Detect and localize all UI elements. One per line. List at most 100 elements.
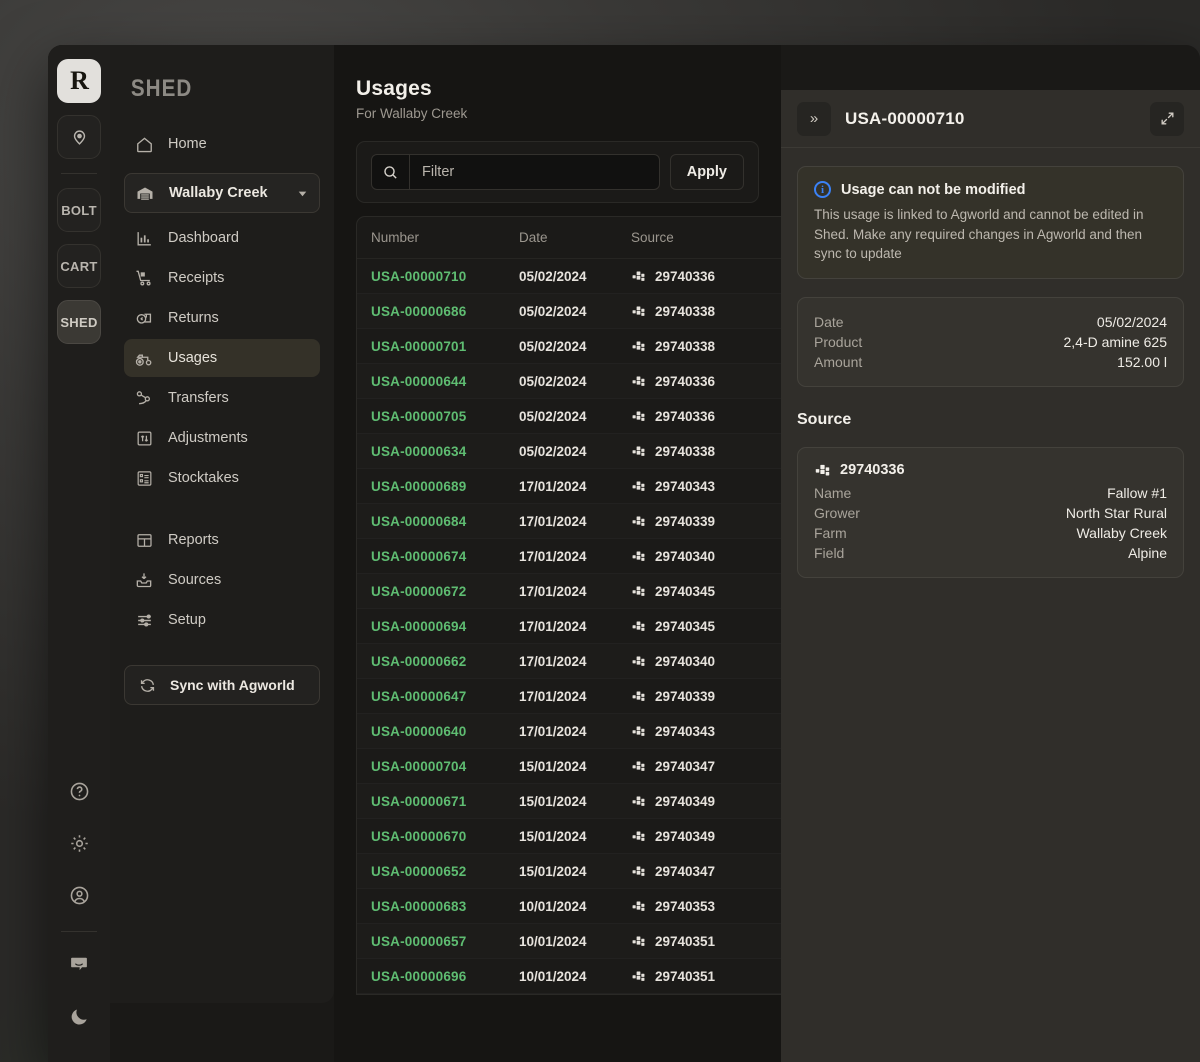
cell-number[interactable]: USA-00000701 (371, 339, 519, 354)
table-row[interactable]: USA-0000064017/01/202429740343 (357, 714, 781, 749)
cell-date: 05/02/2024 (519, 339, 631, 354)
rail-tile-bolt[interactable]: BOLT (57, 188, 101, 232)
cell-number[interactable]: USA-00000686 (371, 304, 519, 319)
cell-source-value: 29740336 (655, 374, 715, 389)
sidebar-item-home[interactable]: Home (124, 125, 320, 163)
cell-source-value: 29740347 (655, 864, 715, 879)
alert-heading-row: i Usage can not be modified (814, 181, 1167, 198)
table-row[interactable]: USA-0000065710/01/202429740351 (357, 924, 781, 959)
cell-number[interactable]: USA-00000705 (371, 409, 519, 424)
collapse-panel-button[interactable]: » (797, 102, 831, 136)
cell-source: 29740349 (631, 794, 781, 809)
gear-icon[interactable] (57, 821, 101, 865)
rail-tile-shed[interactable]: SHED (57, 300, 101, 344)
cell-number[interactable]: USA-00000689 (371, 479, 519, 494)
cell-date: 05/02/2024 (519, 269, 631, 284)
table-row[interactable]: USA-0000067417/01/202429740340 (357, 539, 781, 574)
source-plot-icon (631, 619, 646, 634)
expand-panel-button[interactable] (1150, 102, 1184, 136)
sliders-icon (134, 610, 154, 630)
column-header-source[interactable]: Source (631, 230, 781, 245)
cell-number[interactable]: USA-00000662 (371, 654, 519, 669)
cell-number[interactable]: USA-00000670 (371, 829, 519, 844)
sidebar-item-sources[interactable]: Sources (124, 561, 320, 599)
table-row[interactable]: USA-0000067015/01/202429740349 (357, 819, 781, 854)
sidebar-item-adjustments[interactable]: Adjustments (124, 419, 320, 457)
table-row[interactable]: USA-0000067217/01/202429740345 (357, 574, 781, 609)
column-header-date[interactable]: Date (519, 230, 631, 245)
help-icon[interactable] (57, 769, 101, 813)
sidebar-nav: SHED Home Wallaby Creek (110, 45, 334, 1003)
feedback-icon[interactable] (57, 942, 101, 986)
account-icon[interactable] (57, 873, 101, 917)
cell-number[interactable]: USA-00000710 (371, 269, 519, 284)
cell-source: 29740338 (631, 444, 781, 459)
table-row[interactable]: USA-0000066217/01/202429740340 (357, 644, 781, 679)
site-selector-label: Wallaby Creek (169, 185, 268, 201)
sync-with-agworld-button[interactable]: Sync with Agworld (124, 665, 320, 705)
info-icon: i (814, 181, 831, 198)
sidebar-item-setup[interactable]: Setup (124, 601, 320, 639)
rail-tile-cart[interactable]: CART (57, 244, 101, 288)
table-row[interactable]: USA-0000068917/01/202429740343 (357, 469, 781, 504)
table-row[interactable]: USA-0000071005/02/202429740336 (357, 259, 781, 294)
column-header-number[interactable]: Number (371, 230, 519, 245)
cell-number[interactable]: USA-00000674 (371, 549, 519, 564)
table-row[interactable]: USA-0000068605/02/202429740338 (357, 294, 781, 329)
table-row[interactable]: USA-0000064405/02/202429740336 (357, 364, 781, 399)
cell-number[interactable]: USA-00000696 (371, 969, 519, 984)
cell-number[interactable]: USA-00000647 (371, 689, 519, 704)
sidebar-item-usages[interactable]: Usages (124, 339, 320, 377)
table-row[interactable]: USA-0000070505/02/202429740336 (357, 399, 781, 434)
usages-pane: Usages For Wallaby Creek Apply Number Da… (334, 45, 781, 1062)
usages-table: Number Date Source USA-0000071005/02/202… (356, 216, 781, 995)
table-row[interactable]: USA-0000070105/02/202429740338 (357, 329, 781, 364)
cell-source-value: 29740340 (655, 549, 715, 564)
field-row: NameFallow #1 (814, 483, 1167, 503)
sidebar-item-reports[interactable]: Reports (124, 521, 320, 559)
cell-number[interactable]: USA-00000652 (371, 864, 519, 879)
filter-input[interactable] (410, 155, 659, 189)
apply-button[interactable]: Apply (670, 154, 744, 190)
site-selector[interactable]: Wallaby Creek (124, 173, 320, 213)
sync-icon (137, 675, 157, 695)
brand-logo[interactable]: R (57, 59, 101, 103)
cell-number[interactable]: USA-00000644 (371, 374, 519, 389)
field-value: 152.00 l (1117, 354, 1167, 370)
search-icon[interactable] (372, 155, 410, 189)
dark-mode-icon[interactable] (57, 994, 101, 1038)
sidebar-item-dashboard[interactable]: Dashboard (124, 219, 320, 257)
table-row[interactable]: USA-0000068310/01/202429740353 (357, 889, 781, 924)
cell-number[interactable]: USA-00000634 (371, 444, 519, 459)
table-row[interactable]: USA-0000068417/01/202429740339 (357, 504, 781, 539)
field-value: Alpine (1128, 545, 1167, 561)
table-row[interactable]: USA-0000065215/01/202429740347 (357, 854, 781, 889)
source-plot-icon (631, 794, 646, 809)
sidebar-group-gap (124, 499, 320, 521)
sidebar-item-receipts[interactable]: Receipts (124, 259, 320, 297)
cell-number[interactable]: USA-00000671 (371, 794, 519, 809)
cell-number[interactable]: USA-00000672 (371, 584, 519, 599)
sidebar-item-transfers-label: Transfers (168, 390, 229, 406)
table-row[interactable]: USA-0000063405/02/202429740338 (357, 434, 781, 469)
cell-number[interactable]: USA-00000657 (371, 934, 519, 949)
cell-number[interactable]: USA-00000683 (371, 899, 519, 914)
table-row[interactable]: USA-0000064717/01/202429740339 (357, 679, 781, 714)
cell-source: 29740336 (631, 374, 781, 389)
cell-number[interactable]: USA-00000694 (371, 619, 519, 634)
cell-source: 29740339 (631, 514, 781, 529)
cell-number[interactable]: USA-00000684 (371, 514, 519, 529)
table-row[interactable]: USA-0000070415/01/202429740347 (357, 749, 781, 784)
sidebar-item-transfers[interactable]: Transfers (124, 379, 320, 417)
table-row[interactable]: USA-0000069417/01/202429740345 (357, 609, 781, 644)
cell-number[interactable]: USA-00000640 (371, 724, 519, 739)
cell-number[interactable]: USA-00000704 (371, 759, 519, 774)
app-rail: R BOLT CART SHED (48, 45, 110, 1062)
table-row[interactable]: USA-0000069610/01/202429740351 (357, 959, 781, 994)
source-plot-icon (631, 654, 646, 669)
sidebar-item-returns[interactable]: Returns (124, 299, 320, 337)
table-header-row: Number Date Source (357, 217, 781, 259)
table-row[interactable]: USA-0000067115/01/202429740349 (357, 784, 781, 819)
sidebar-item-stocktakes[interactable]: Stocktakes (124, 459, 320, 497)
rail-tile-location[interactable] (57, 115, 101, 159)
